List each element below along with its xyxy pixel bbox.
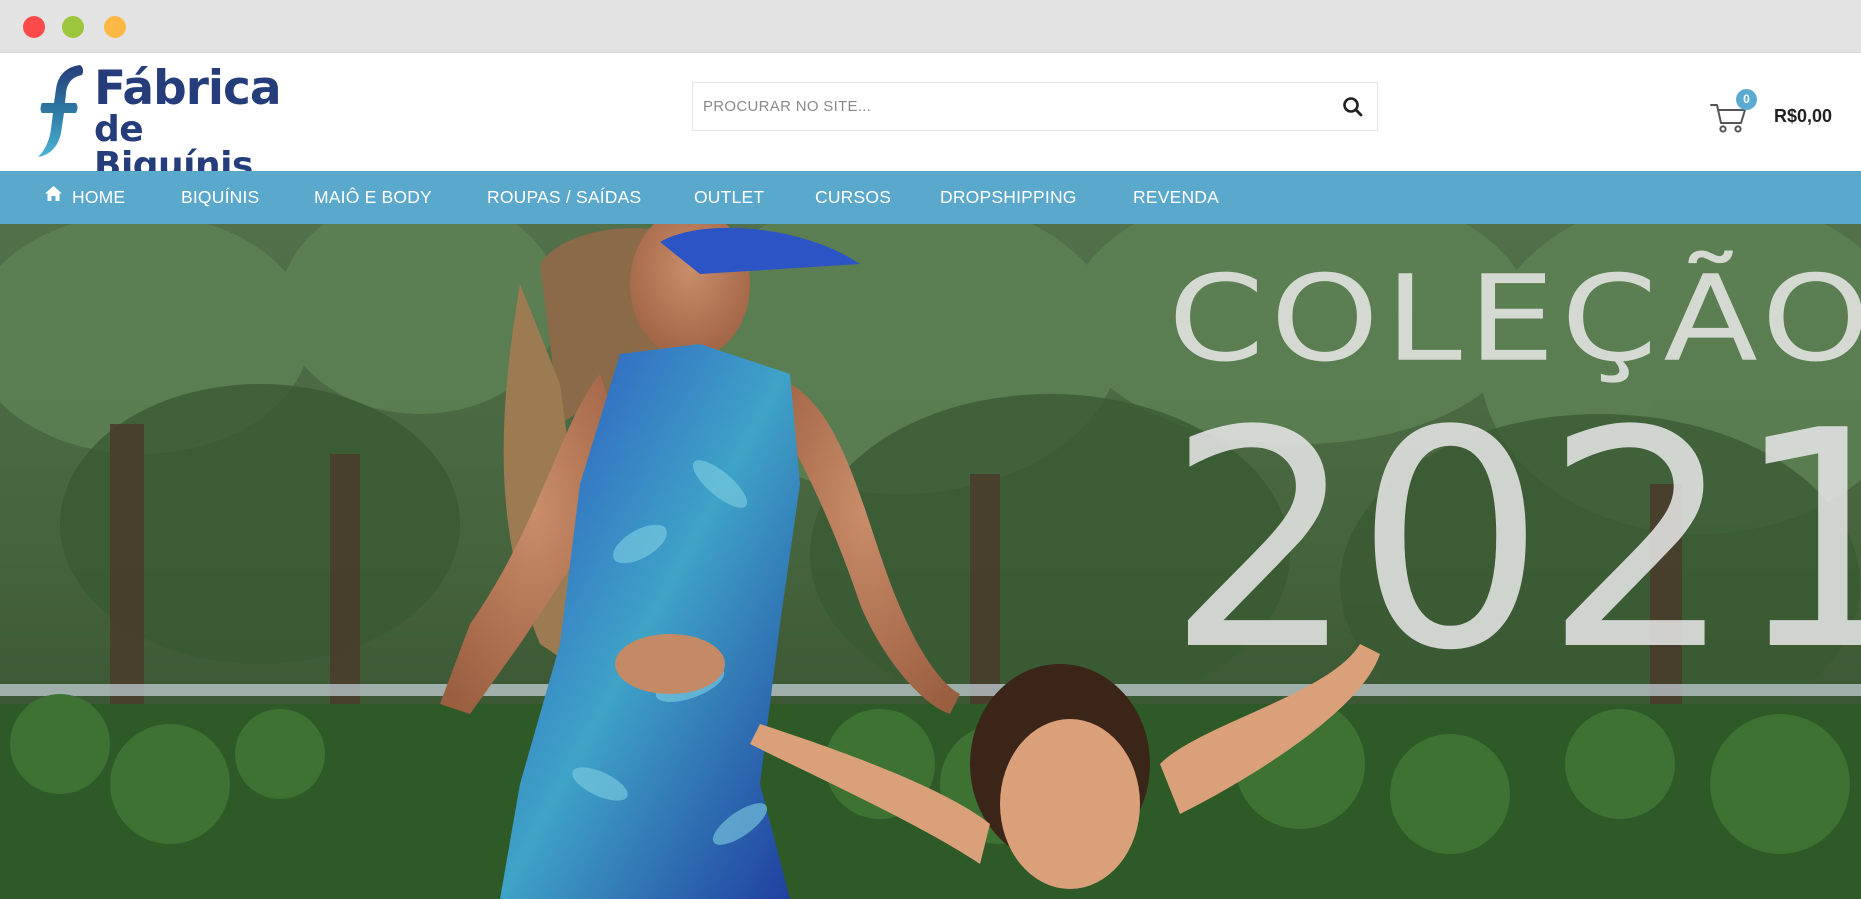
- nav-item-home[interactable]: HOME: [45, 171, 125, 224]
- nav-item-roupas-saidas[interactable]: ROUPAS / SAÍDAS: [487, 171, 641, 224]
- search-input[interactable]: [703, 83, 1303, 130]
- search-button[interactable]: [1339, 93, 1367, 121]
- hero-title-line-1: COLEÇÃO: [1168, 249, 1861, 389]
- nav-item-revenda[interactable]: REVENDA: [1133, 171, 1219, 224]
- nav-item-dropshipping[interactable]: DROPSHIPPING: [940, 171, 1077, 224]
- hero-title-line-2: 2021: [1166, 367, 1861, 716]
- logo-mark-icon: [38, 65, 84, 157]
- zoom-window-button[interactable]: [104, 16, 126, 38]
- search-icon: [1343, 97, 1363, 117]
- home-icon: [45, 186, 62, 201]
- site-logo[interactable]: Fábrica de Biquínis: [36, 59, 286, 184]
- window-titlebar: [0, 0, 1861, 53]
- nav-item-outlet[interactable]: OUTLET: [694, 171, 764, 224]
- cart-count-badge: 0: [1736, 89, 1757, 110]
- nav-item-biquinis[interactable]: BIQUÍNIS: [181, 171, 259, 224]
- main-nav: HOME BIQUÍNIS MAIÔ E BODY ROUPAS / SAÍDA…: [0, 171, 1861, 224]
- minimize-window-button[interactable]: [62, 16, 84, 38]
- nav-item-maio-e-body[interactable]: MAIÔ E BODY: [314, 171, 432, 224]
- nav-item-label: HOME: [72, 187, 126, 207]
- hero-banner[interactable]: COLEÇÃO 2021: [0, 224, 1861, 899]
- cart-total: R$0,00: [1774, 106, 1833, 126]
- site-header: Fábrica de Biquínis 0 R$0,00: [0, 53, 1861, 184]
- nav-item-cursos[interactable]: CURSOS: [815, 171, 891, 224]
- cart-widget[interactable]: 0 R$0,00: [1706, 89, 1856, 139]
- logo-line-1: Fábrica: [94, 61, 282, 116]
- close-window-button[interactable]: [23, 16, 45, 38]
- search-box: [692, 82, 1378, 131]
- logo-wordmark: Fábrica de Biquínis: [94, 65, 286, 184]
